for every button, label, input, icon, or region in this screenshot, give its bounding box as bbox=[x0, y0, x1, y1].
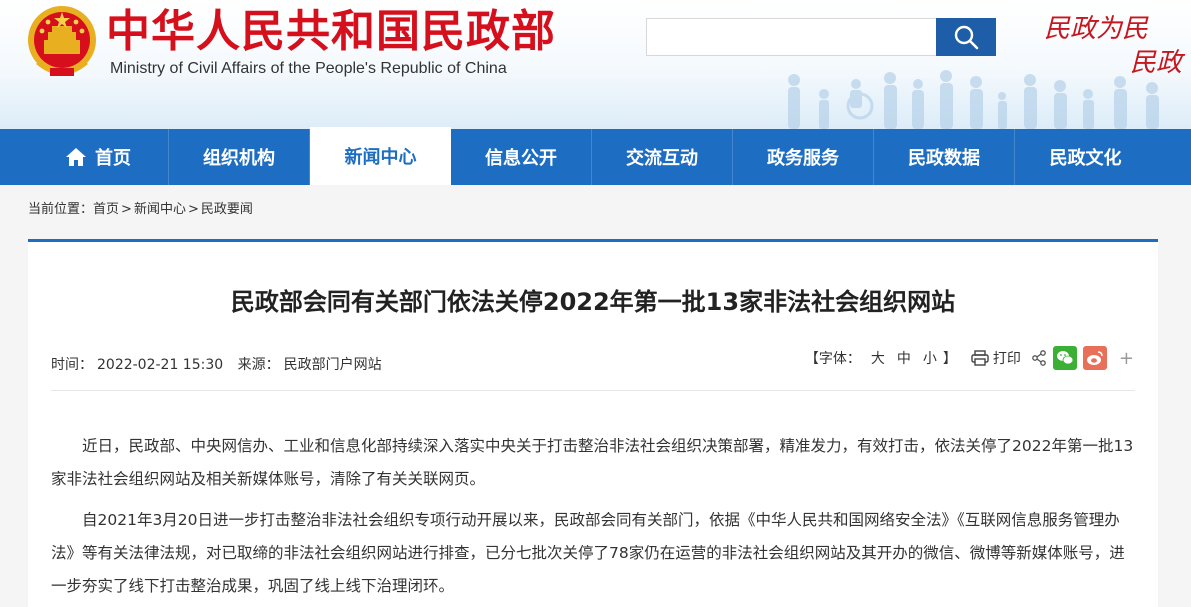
font-size-end: 】 bbox=[942, 351, 957, 367]
time-label: 时间： bbox=[51, 357, 93, 373]
nav-item-label: 交流互动 bbox=[626, 148, 698, 169]
nav-item-culture[interactable]: 民政文化 bbox=[1015, 129, 1156, 185]
article-title: 民政部会同有关部门依法关停2022年第一批13家非法社会组织网站 bbox=[230, 288, 956, 316]
nav-item-label: 民政数据 bbox=[908, 148, 980, 169]
article-paragraph: 自2021年3月20日进一步打击整治非法社会组织专项行动开展以来，民政部会同有关… bbox=[51, 511, 1125, 595]
font-size-medium[interactable]: 中 bbox=[897, 348, 911, 368]
site-title[interactable]: 中华人民共和国民政部 bbox=[106, 4, 556, 60]
search-input[interactable] bbox=[646, 18, 936, 56]
print-label: 打印 bbox=[992, 351, 1021, 367]
nav-item-label: 民政文化 bbox=[1049, 148, 1122, 169]
nav-item-interaction[interactable]: 交流互动 bbox=[592, 129, 733, 185]
share-icon[interactable] bbox=[1031, 350, 1047, 366]
article-source: 民政部门户网站 bbox=[283, 357, 382, 373]
people-silhouettes-decoration bbox=[788, 70, 1159, 129]
weibo-icon bbox=[1086, 351, 1103, 365]
font-size-small[interactable]: 小 bbox=[923, 348, 937, 368]
main-nav: 首页 组织机构 新闻中心 信息公开 交流互动 政务服务 民政数据 民政文化 bbox=[0, 127, 1191, 185]
article-body: 近日，民政部、中央网信办、工业和信息化部持续深入落实中央关于打击整治非法社会组织… bbox=[51, 430, 1135, 607]
nav-item-label: 政务服务 bbox=[767, 148, 839, 169]
more-share-icon[interactable]: + bbox=[1119, 348, 1134, 369]
home-icon bbox=[66, 148, 86, 166]
article-panel: 民政部会同有关部门依法关停2022年第一批13家非法社会组织网站 时间： 2022… bbox=[28, 239, 1158, 607]
article-paragraph: 近日，民政部、中央网信办、工业和信息化部持续深入落实中央关于打击整治非法社会组织… bbox=[51, 437, 1134, 488]
nav-item-label: 信息公开 bbox=[485, 148, 557, 169]
nav-item-services[interactable]: 政务服务 bbox=[733, 129, 874, 185]
wechat-share-button[interactable] bbox=[1052, 346, 1077, 370]
breadcrumb-separator: > bbox=[121, 202, 132, 217]
font-size-label: 【字体： bbox=[804, 351, 861, 367]
source-label: 来源： bbox=[237, 357, 280, 373]
nav-item-home[interactable]: 首页 bbox=[28, 129, 169, 185]
site-subtitle: Ministry of Civil Affairs of the People'… bbox=[110, 60, 507, 77]
meta-divider bbox=[51, 390, 1135, 391]
wechat-icon bbox=[1056, 351, 1074, 365]
nav-item-organization[interactable]: 组织机构 bbox=[169, 129, 310, 185]
weibo-share-button[interactable] bbox=[1082, 346, 1107, 370]
share-bar: + bbox=[1031, 346, 1134, 370]
publish-time: 2022-02-21 15:30 bbox=[97, 357, 224, 373]
printer-icon bbox=[971, 350, 989, 366]
nav-item-label: 首页 bbox=[95, 148, 131, 169]
nav-item-data[interactable]: 民政数据 bbox=[874, 129, 1015, 185]
site-header: 中华人民共和国民政部 Ministry of Civil Affairs of … bbox=[0, 0, 1191, 129]
print-button[interactable]: 打印 bbox=[971, 348, 1021, 368]
breadcrumb-prefix: 当前位置： bbox=[28, 202, 94, 217]
breadcrumb-home[interactable]: 首页 bbox=[93, 202, 119, 217]
breadcrumb-current[interactable]: 民政要闻 bbox=[201, 202, 253, 217]
font-size-large[interactable]: 大 bbox=[871, 348, 885, 368]
nav-item-news[interactable]: 新闻中心 bbox=[310, 127, 451, 185]
breadcrumb: 当前位置：首页 > 新闻中心 > 民政要闻 bbox=[28, 198, 253, 217]
nav-item-disclosure[interactable]: 信息公开 bbox=[451, 129, 592, 185]
nav-item-label: 新闻中心 bbox=[344, 147, 417, 168]
search-icon bbox=[954, 25, 979, 50]
search-button[interactable] bbox=[936, 18, 996, 56]
breadcrumb-separator: > bbox=[187, 202, 199, 217]
breadcrumb-news[interactable]: 新闻中心 bbox=[134, 202, 186, 217]
article-tools: 【字体： 大 中 小 】 打印 + bbox=[805, 346, 1134, 370]
slogan-line-1: 民政为民 bbox=[1044, 14, 1149, 44]
national-emblem-icon bbox=[28, 6, 96, 76]
article-meta: 时间： 2022-02-21 15:30 来源： 民政部门户网站 bbox=[51, 354, 386, 374]
nav-item-label: 组织机构 bbox=[203, 148, 275, 169]
